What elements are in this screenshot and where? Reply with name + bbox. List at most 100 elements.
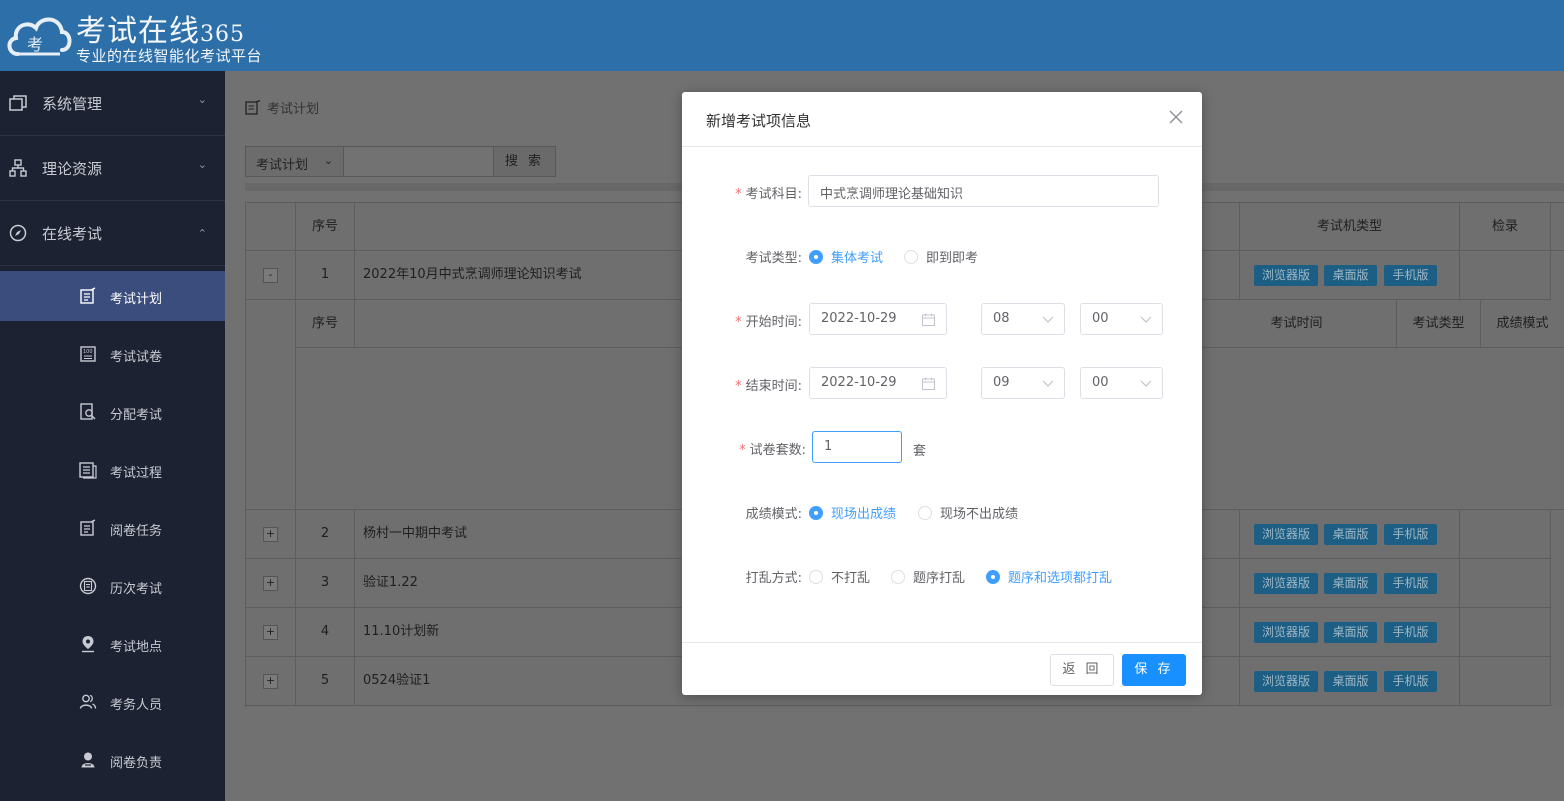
compass-icon — [9, 224, 27, 242]
subject-field[interactable]: 中式烹调师理论基础知识 — [808, 175, 1159, 207]
sidebar-group-label: 系统管理 — [42, 95, 103, 113]
tag-desktop[interactable]: 桌面版 — [1324, 265, 1377, 286]
tag-browser[interactable]: 浏览器版 — [1254, 265, 1318, 286]
end-time-label: * 结束时间: — [735, 379, 802, 394]
sidebar-item-exam-location[interactable]: 考试地点 — [0, 619, 225, 669]
sidebar-item-exam-process[interactable]: 考试过程 — [0, 445, 225, 495]
sidebar-item-grading-lead[interactable]: 阅卷负责 — [0, 735, 225, 785]
history-icon — [79, 577, 97, 595]
sidebar-group-system[interactable]: 系统管理 ⌄ — [0, 71, 225, 136]
dialog-title: 新增考试项信息 — [706, 112, 812, 130]
edit-note-icon — [80, 287, 96, 304]
paper-sets-input[interactable]: 1 — [812, 431, 902, 463]
sub-header-exam-type: 考试类型 — [1397, 300, 1481, 348]
radio-dot — [986, 569, 1000, 584]
sub-header-exam-time: 考试时间 — [1197, 300, 1397, 348]
row-seq: 2 — [296, 510, 355, 559]
end-date-picker[interactable]: 2022-10-29 — [809, 367, 947, 399]
row-expand-button[interactable]: + — [263, 674, 278, 689]
table-header-cell — [246, 203, 296, 251]
sidebar-item-exam-staff[interactable]: 考务人员 — [0, 677, 225, 727]
location-icon — [82, 636, 94, 653]
end-minute-select[interactable]: 00 — [1080, 367, 1163, 399]
tag-mobile[interactable]: 手机版 — [1384, 671, 1437, 692]
sidebar-group-resources[interactable]: 理论资源 ⌄ — [0, 136, 225, 201]
sidebar-group-online-exam[interactable]: 在线考试 ⌃ — [0, 201, 225, 266]
radio-dot — [809, 505, 823, 520]
sidebar-item-label: 阅卷任务 — [110, 524, 163, 539]
sidebar-item-grading-task[interactable]: 阅卷任务 — [0, 503, 225, 553]
chevron-down-icon: ⌄ — [197, 93, 207, 106]
table-cell — [246, 300, 296, 510]
tag-browser[interactable]: 浏览器版 — [1254, 524, 1318, 545]
tag-mobile[interactable]: 手机版 — [1384, 622, 1437, 643]
table-header-cell — [1551, 203, 1564, 251]
table-header-machine-type: 考试机类型 — [1240, 203, 1460, 251]
tag-desktop[interactable]: 桌面版 — [1324, 524, 1377, 545]
sidebar-item-label: 阅卷负责 — [110, 756, 163, 771]
sidebar-item-exam-plan[interactable]: 考试计划 — [0, 271, 225, 321]
radio-shuffle-none[interactable]: 不打乱 — [809, 567, 870, 586]
score-sheet-icon: 100 — [80, 346, 96, 362]
document-search-icon — [80, 403, 96, 420]
sidebar-item-label: 考试过程 — [110, 466, 163, 481]
breadcrumb: 考试计划 — [245, 98, 319, 117]
search-field-select[interactable]: 考试计划 ⌄ — [245, 146, 344, 177]
radio-score-onsite[interactable]: 现场出成绩 — [809, 503, 896, 522]
start-date-picker[interactable]: 2022-10-29 — [809, 303, 947, 335]
row-machine-types: 浏览器版 桌面版 手机版 — [1240, 510, 1460, 559]
radio-shuffle-all[interactable]: 题序和选项都打乱 — [986, 567, 1112, 586]
tag-mobile[interactable]: 手机版 — [1384, 265, 1437, 286]
close-icon[interactable] — [1168, 109, 1184, 125]
breadcrumb-label: 考试计划 — [267, 102, 320, 117]
radio-score-not-onsite[interactable]: 现场不出成绩 — [918, 503, 1018, 522]
dialog-footer-divider — [682, 642, 1202, 643]
tag-desktop[interactable]: 桌面版 — [1324, 573, 1377, 594]
back-button[interactable]: 返 回 — [1050, 654, 1114, 686]
row-expand-button[interactable]: + — [263, 625, 278, 640]
tag-desktop[interactable]: 桌面版 — [1324, 622, 1377, 643]
radio-dot — [809, 569, 823, 584]
table-cell: + — [246, 510, 296, 559]
table-cell — [1460, 657, 1551, 706]
tag-browser[interactable]: 浏览器版 — [1254, 622, 1318, 643]
sidebar-item-label: 考试计划 — [110, 292, 163, 307]
table-cell — [1460, 510, 1551, 559]
table-cell — [1460, 559, 1551, 608]
calendar-icon — [922, 313, 935, 326]
radio-exam-type-instant[interactable]: 即到即考 — [904, 247, 978, 266]
table-cell: + — [246, 657, 296, 706]
sidebar-group-label: 在线考试 — [42, 225, 103, 243]
tag-mobile[interactable]: 手机版 — [1384, 573, 1437, 594]
edit-note-icon — [80, 519, 96, 536]
search-input[interactable] — [344, 146, 494, 177]
sidebar-item-label: 考试试卷 — [110, 350, 163, 365]
svg-text:100: 100 — [83, 349, 93, 355]
radio-dot — [904, 249, 918, 264]
tag-browser[interactable]: 浏览器版 — [1254, 671, 1318, 692]
table-cell — [1460, 251, 1551, 300]
radio-shuffle-question-order[interactable]: 题序打乱 — [891, 567, 965, 586]
start-hour-select[interactable]: 08 — [981, 303, 1065, 335]
row-expand-button[interactable]: + — [263, 527, 278, 542]
table-cell: + — [246, 608, 296, 657]
chevron-down-icon: ⌄ — [197, 158, 207, 171]
start-minute-select[interactable]: 00 — [1080, 303, 1163, 335]
row-expand-button[interactable]: + — [263, 576, 278, 591]
row-machine-types: 浏览器版 桌面版 手机版 — [1240, 608, 1460, 657]
search-button[interactable]: 搜 索 — [494, 146, 556, 177]
brand-logo[interactable]: 考 考试在线365 专业的在线智能化考试平台 — [4, 4, 284, 66]
row-collapse-button[interactable]: - — [263, 268, 278, 283]
list-doc-icon — [79, 462, 97, 479]
save-button[interactable]: 保 存 — [1122, 654, 1186, 686]
tag-mobile[interactable]: 手机版 — [1384, 524, 1437, 545]
sidebar-item-exam-history[interactable]: 历次考试 — [0, 561, 225, 611]
sidebar-item-exam-paper[interactable]: 100 考试试卷 — [0, 329, 225, 379]
tag-desktop[interactable]: 桌面版 — [1324, 671, 1377, 692]
chevron-down-icon — [1140, 316, 1152, 323]
person-icon — [81, 752, 95, 768]
sidebar-item-assign-exam[interactable]: 分配考试 — [0, 387, 225, 437]
end-hour-select[interactable]: 09 — [981, 367, 1065, 399]
radio-exam-type-group[interactable]: 集体考试 — [809, 247, 883, 266]
tag-browser[interactable]: 浏览器版 — [1254, 573, 1318, 594]
